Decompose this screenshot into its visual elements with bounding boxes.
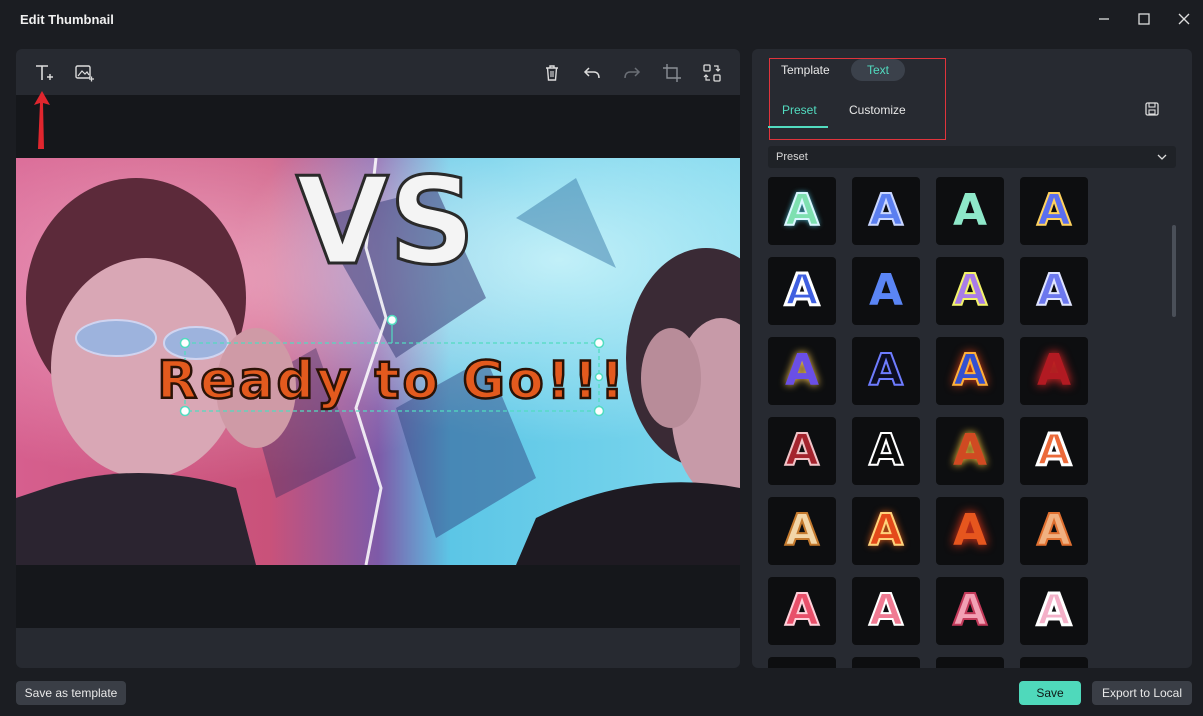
preset-tile[interactable]: A [768,497,836,565]
preset-tile[interactable]: A [852,177,920,245]
add-text-icon[interactable] [32,61,56,85]
undo-icon[interactable] [580,61,604,85]
preset-tile[interactable]: A [1020,577,1088,645]
title-bar: Edit Thumbnail [0,0,1203,40]
minimize-icon[interactable] [1093,8,1115,30]
preset-tile[interactable]: A [768,337,836,405]
preset-scrollbar[interactable] [1172,225,1176,317]
canvas-area[interactable]: VS Ready to Go!!! [16,95,740,628]
preset-tile[interactable]: A [1020,257,1088,325]
subtab-customize[interactable]: Customize [849,103,906,117]
preset-tile[interactable]: A [936,577,1004,645]
preset-tile[interactable]: A [768,417,836,485]
thumbnail-image[interactable]: VS Ready to Go!!! [16,158,740,565]
preset-tile[interactable]: A [936,177,1004,245]
crop-icon[interactable] [660,61,684,85]
delete-icon[interactable] [540,61,564,85]
export-to-local-button[interactable]: Export to Local [1092,681,1192,705]
preset-tile[interactable]: A [1020,177,1088,245]
preset-tile[interactable]: A [852,337,920,405]
subtab-preset[interactable]: Preset [782,103,817,117]
chevron-down-icon [1157,154,1167,160]
preset-tile[interactable]: A [1020,417,1088,485]
save-as-template-button[interactable]: Save as template [16,681,126,705]
redo-icon[interactable] [620,61,644,85]
preset-tile[interactable]: A [936,337,1004,405]
preset-tile[interactable]: A [936,497,1004,565]
preset-dropdown-value: Preset [776,151,808,163]
window-title: Edit Thumbnail [20,12,114,27]
canvas-toolbar [16,49,740,95]
text-style-panel: Template Text Preset Customize Preset A … [752,49,1192,668]
preset-tile[interactable]: A [852,497,920,565]
preset-tile[interactable]: A [768,257,836,325]
tab-template[interactable]: Template [781,63,830,77]
preset-tile[interactable]: A [768,177,836,245]
close-icon[interactable] [1173,8,1195,30]
maximize-icon[interactable] [1133,8,1155,30]
replace-icon[interactable] [700,61,724,85]
vs-text: VS [296,158,475,292]
preset-tile[interactable]: A [852,417,920,485]
canvas-panel: VS Ready to Go!!! [16,49,740,668]
headline-text[interactable]: Ready to Go!!! [156,350,627,413]
preset-tile[interactable]: A [852,577,920,645]
preset-tile[interactable]: A [852,257,920,325]
preset-tile[interactable]: A [936,257,1004,325]
annotation-arrow [34,91,50,149]
preset-tile[interactable] [768,657,836,668]
preset-tile[interactable]: A [1020,337,1088,405]
save-button[interactable]: Save [1019,681,1081,705]
preset-tile[interactable]: A [768,577,836,645]
preset-tile[interactable] [1020,657,1088,668]
preset-tile[interactable] [936,657,1004,668]
add-image-icon[interactable] [72,61,96,85]
subtab-underline [768,126,828,128]
preset-tile[interactable]: A [1020,497,1088,565]
preset-tile[interactable]: A [936,417,1004,485]
preset-tile[interactable] [852,657,920,668]
save-preset-icon[interactable] [1142,99,1162,119]
tab-text[interactable]: Text [851,59,905,81]
preset-dropdown[interactable]: Preset [768,146,1176,168]
